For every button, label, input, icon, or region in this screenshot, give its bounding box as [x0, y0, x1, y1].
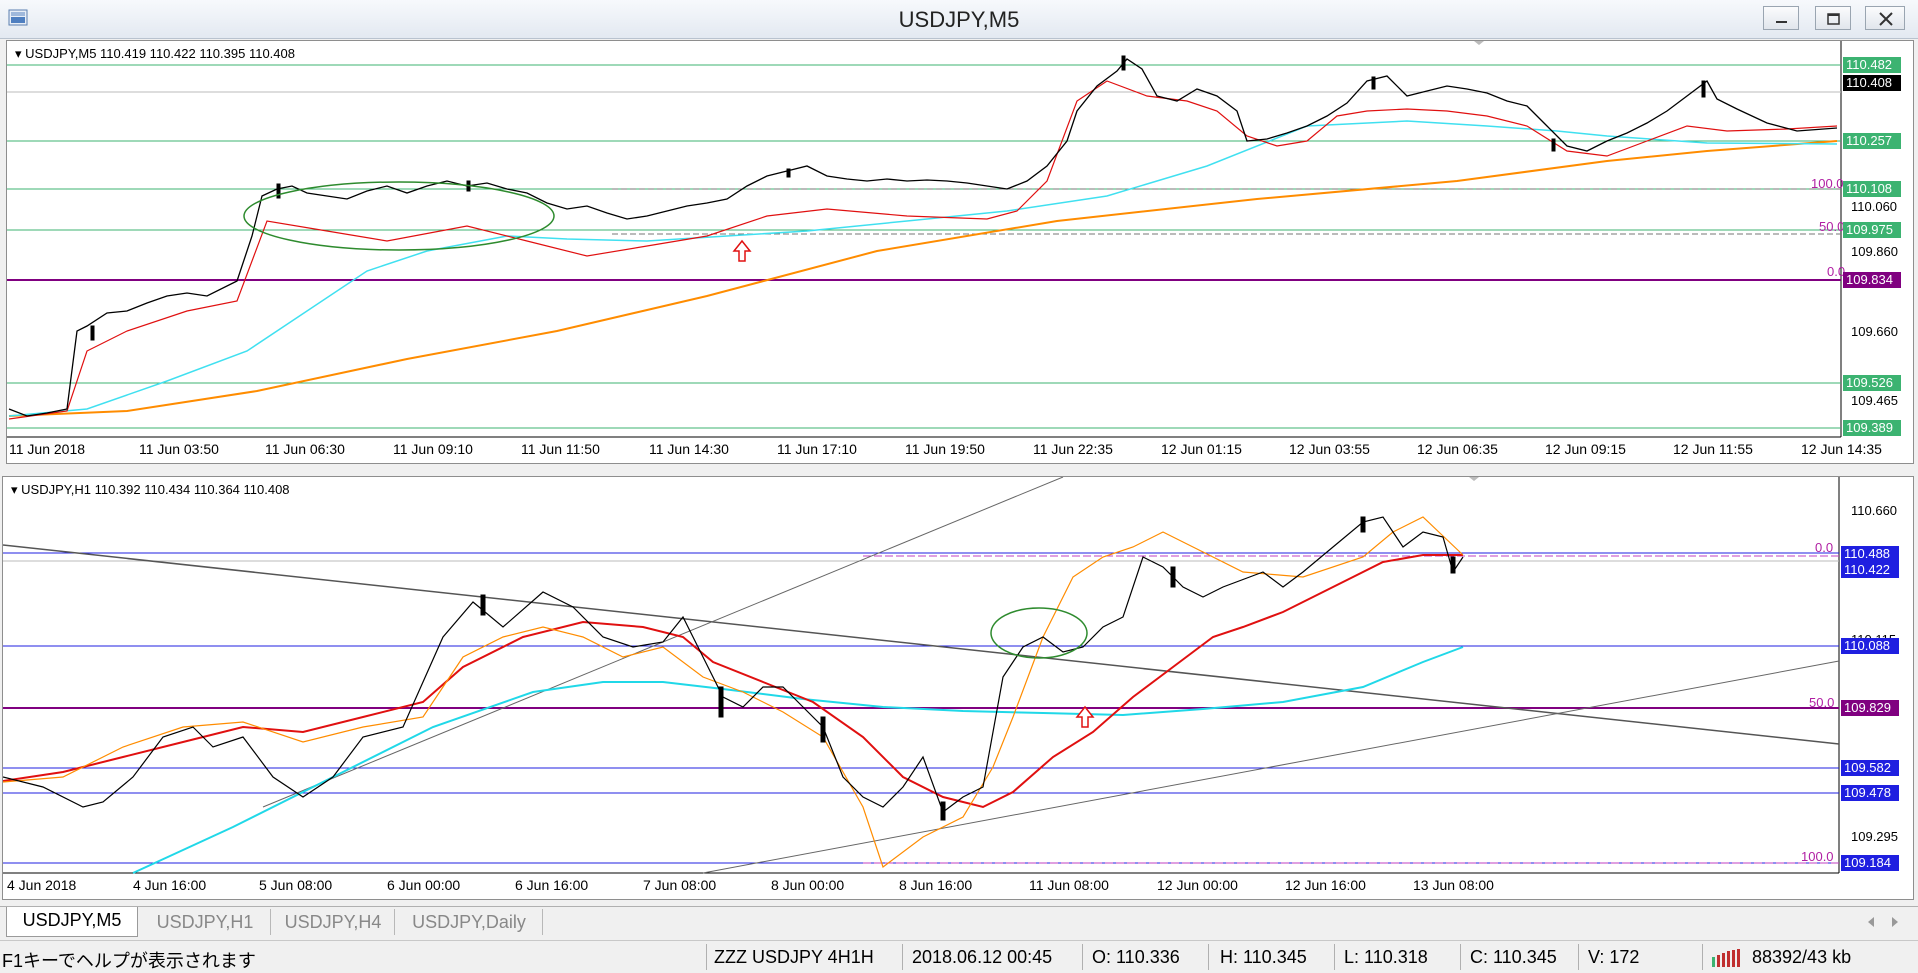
price-m5 [8, 58, 1838, 417]
x-label: 11 Jun 22:35 [1033, 441, 1113, 457]
chart-m5[interactable]: ▾ USDJPY,M5 110.419 110.422 110.395 110.… [6, 40, 1914, 464]
x-label: 12 Jun 06:35 [1417, 441, 1498, 457]
fib-label: 100.0 [1811, 176, 1844, 191]
price-tag: 110.088 [1841, 638, 1899, 654]
title-bar: USDJPY,M5 [0, 0, 1918, 39]
price-tag: 110.422 [1841, 562, 1899, 578]
ma-red [3, 554, 1463, 809]
x-label: 7 Jun 08:00 [643, 877, 717, 893]
x-label: 12 Jun 11:55 [1673, 441, 1753, 457]
price-tag: 109.975 [1843, 222, 1901, 238]
close-button[interactable] [1865, 6, 1905, 30]
minimize-button[interactable] [1763, 6, 1799, 30]
y-label: 109.295 [1851, 829, 1898, 844]
x-label: 4 Jun 16:00 [133, 877, 207, 893]
x-label: 11 Jun 09:10 [393, 441, 473, 457]
price-tag: 110.482 [1843, 57, 1901, 73]
candles-h1 [480, 516, 1456, 821]
price-tag: 109.834 [1843, 272, 1901, 288]
x-label: 8 Jun 16:00 [899, 877, 973, 893]
price-tag: 110.108 [1843, 181, 1901, 197]
fib-label: 100.0 [1801, 849, 1834, 864]
candles-m5 [90, 55, 1706, 341]
ma-orange [3, 516, 1464, 868]
ma-orange [8, 140, 1838, 417]
y-label: 109.660 [1851, 324, 1898, 339]
price-tag: 110.257 [1843, 133, 1901, 149]
chart-h1-header: ▾ USDJPY,H1 110.392 110.434 110.364 110.… [11, 482, 290, 498]
x-label: 6 Jun 00:00 [387, 877, 461, 893]
fib-label: 50.0 [1809, 695, 1835, 710]
chart-m5-canvas [7, 41, 1842, 438]
x-label: 12 Jun 14:35 [1801, 441, 1882, 457]
red-arrow-up [1075, 705, 1095, 728]
status-profile: ZZZ USDJPY 4H1H [714, 947, 874, 967]
connection-bars-icon [1712, 949, 1740, 967]
price-tag: 109.184 [1841, 855, 1899, 871]
status-low: L: 110.318 [1344, 947, 1428, 967]
x-label: 5 Jun 08:00 [259, 877, 333, 893]
tab-usdjpy-daily[interactable]: USDJPY,Daily [396, 909, 543, 935]
price-tag: 109.478 [1841, 785, 1899, 801]
status-close: C: 110.345 [1470, 947, 1557, 967]
x-label: 4 Jun 2018 [7, 877, 77, 893]
price-tag: 109.389 [1843, 420, 1901, 436]
ma-cyan [8, 120, 1838, 417]
x-label: 12 Jun 01:15 [1161, 441, 1242, 457]
x-label: 8 Jun 00:00 [771, 877, 845, 893]
x-label: 11 Jun 03:50 [139, 441, 219, 457]
y-label: 110.660 [1851, 503, 1898, 518]
tab-usdjpy-h1[interactable]: USDJPY,H1 [140, 909, 271, 935]
trendline [3, 544, 1840, 745]
x-label: 12 Jun 00:00 [1157, 877, 1238, 893]
chart-tab-bar: USDJPY,M5 USDJPY,H1 USDJPY,H4 USDJPY,Dai… [0, 906, 1918, 937]
price-tag: 109.829 [1841, 700, 1899, 716]
ellipse-annotation [990, 607, 1088, 659]
status-datetime: 2018.06.12 00:45 [912, 947, 1053, 967]
trendline [702, 660, 1840, 874]
chart-h1-header-text: USDJPY,H1 110.392 110.434 110.364 110.40… [21, 482, 290, 497]
chart-h1-canvas [3, 477, 1840, 874]
restore-button[interactable] [1815, 6, 1851, 30]
window-title: USDJPY,M5 [898, 7, 1020, 32]
y-label: 109.465 [1851, 393, 1898, 408]
price-tag: 109.582 [1841, 760, 1899, 776]
x-label: 12 Jun 03:55 [1289, 441, 1370, 457]
red-arrow-up [732, 239, 752, 262]
x-label: 12 Jun 16:00 [1285, 877, 1366, 893]
tab-usdjpy-h4[interactable]: USDJPY,H4 [272, 909, 395, 935]
tab-usdjpy-m5[interactable]: USDJPY,M5 [6, 907, 138, 937]
tab-scroll-arrows[interactable] [1864, 915, 1904, 929]
status-traffic: 88392/43 kb [1752, 947, 1852, 967]
chart-h1[interactable]: ▾ USDJPY,H1 110.392 110.434 110.364 110.… [2, 476, 1914, 900]
x-label: 11 Jun 06:30 [265, 441, 345, 457]
x-label: 11 Jun 11:50 [521, 441, 600, 457]
status-volume: V: 172 [1588, 947, 1640, 967]
x-label: 12 Jun 09:15 [1545, 441, 1626, 457]
fib-label: 0.0 [1815, 540, 1834, 555]
y-label: 110.060 [1851, 199, 1898, 214]
price-tag: 110.488 [1841, 546, 1899, 562]
x-label: 11 Jun 2018 [9, 441, 86, 457]
x-label: 11 Jun 08:00 [1029, 877, 1109, 893]
status-open: O: 110.336 [1092, 947, 1180, 967]
chart-m5-header-text: USDJPY,M5 110.419 110.422 110.395 110.40… [25, 46, 295, 61]
x-label: 11 Jun 17:10 [777, 441, 857, 457]
status-bar: F1キーでヘルプが表示されます ZZZ USDJPY 4H1H 2018.06.… [0, 940, 1918, 973]
x-label: 11 Jun 14:30 [649, 441, 729, 457]
status-high: H: 110.345 [1220, 947, 1307, 967]
x-label: 6 Jun 16:00 [515, 877, 589, 893]
chart-m5-header: ▾ USDJPY,M5 110.419 110.422 110.395 110.… [15, 46, 295, 62]
fib-label: 50.0 [1819, 219, 1845, 234]
triangle-down-icon: ▾ [11, 482, 22, 497]
x-label: 13 Jun 08:00 [1413, 877, 1494, 893]
triangle-down-icon: ▾ [15, 46, 26, 61]
ellipse-annotation [243, 181, 555, 251]
price-tag: 110.408 [1843, 75, 1901, 91]
price-tag: 109.526 [1843, 375, 1901, 391]
y-label: 109.860 [1851, 244, 1898, 259]
status-help: F1キーでヘルプが表示されます [2, 951, 256, 971]
x-label: 11 Jun 19:50 [905, 441, 985, 457]
